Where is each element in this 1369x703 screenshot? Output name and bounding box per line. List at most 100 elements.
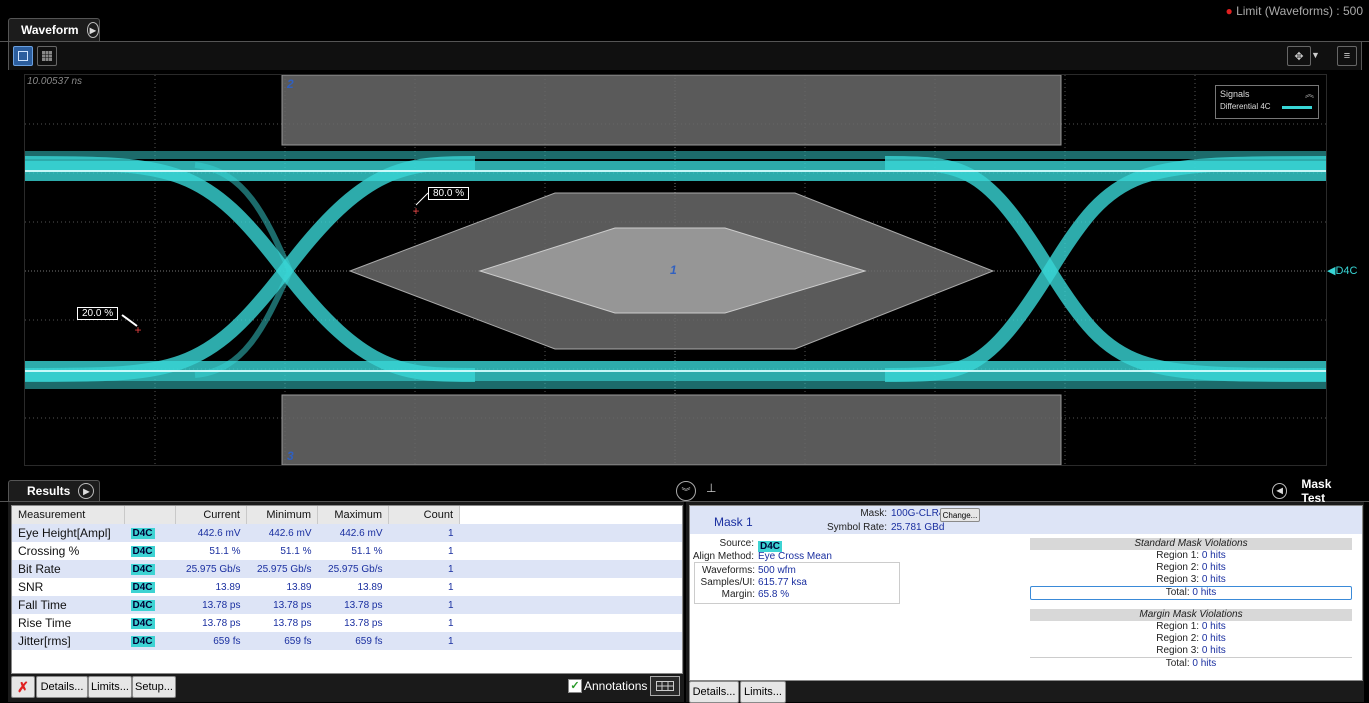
maximum-value: 659 fs [317, 632, 389, 650]
count-value: 1 [388, 524, 460, 542]
count-value: 1 [388, 560, 460, 578]
signals-legend[interactable]: Signals ︽ Differential 4C [1215, 85, 1319, 119]
count-value: 1 [388, 614, 460, 632]
table-view-icon[interactable] [650, 676, 680, 696]
maximum-value: 13.78 ps [317, 596, 389, 614]
svg-text:+: + [412, 204, 419, 218]
minimum-value: 25.975 Gb/s [246, 560, 318, 578]
col-minimum[interactable]: Minimum [246, 506, 318, 524]
current-value: 13.78 ps [175, 596, 247, 614]
col-measurement[interactable]: Measurement [12, 506, 125, 524]
marker-80-label[interactable]: 80.0 % [428, 187, 470, 200]
count-value: 1 [447, 581, 454, 593]
align-method-value: Eye Cross Mean [758, 551, 832, 562]
maximum-value: 13.89 [357, 581, 383, 593]
mask-limits-button[interactable]: Limits... [740, 681, 786, 703]
back-icon[interactable]: ◀ [1272, 482, 1288, 499]
limit-status-text: Limit (Waveforms) : 500 [1236, 4, 1363, 18]
mask-stats-box: Waveforms: 500 wfm Samples/UI: 615.77 ks… [694, 562, 900, 604]
waveforms-value: 500 wfm [758, 565, 796, 576]
maximum-value: 51.1 % [351, 545, 383, 557]
clear-results-icon[interactable]: ✗ [11, 676, 35, 698]
play-icon[interactable]: ▶ [86, 22, 99, 38]
grid-view-icon[interactable] [37, 46, 57, 66]
col-count[interactable]: Count [388, 506, 460, 524]
mask-test-content: Mask 1 Mask: 100G-CLR4 Change... Symbol … [689, 505, 1363, 681]
measurement-name: SNR [18, 580, 44, 594]
chevron-down-icon[interactable]: ▼ [1311, 50, 1320, 60]
samples-label: Samples/UI: [700, 577, 755, 588]
margin-label: Margin: [721, 589, 755, 600]
top-bar: Waveform ▶ ● Limit (Waveforms) : 500 [0, 0, 1369, 42]
results-panel: Measurement Current Minimum Maximum Coun… [8, 502, 684, 702]
play-icon[interactable]: ▶ [78, 483, 95, 499]
table-row[interactable]: Bit Rate D4C 25.975 Gb/s 25.975 Gb/s 25.975 … [12, 560, 682, 578]
limit-status: ● Limit (Waveforms) : 500 [1225, 4, 1363, 18]
margin-region-1: Region 1: 0 hits [1156, 621, 1226, 632]
table-row[interactable]: Rise Time D4C 13.78 ps 13.78 ps 13.78 ps 1 [12, 614, 682, 632]
std-total[interactable]: Total: 0 hits [1030, 586, 1352, 600]
mask-details-button[interactable]: Details... [689, 681, 739, 703]
collapse-panels-icon[interactable]: ︾ [676, 481, 696, 501]
annotations-checkbox[interactable]: ✓ [568, 679, 582, 693]
source-badge: D4C [130, 635, 155, 647]
col-current[interactable]: Current [175, 506, 247, 524]
table-row[interactable]: Eye Height[Ampl] D4C 442.6 mV 442.6 mV 442.6… [12, 524, 682, 542]
results-limits-button[interactable]: Limits... [88, 676, 132, 698]
tab-results[interactable]: Results ▶ [8, 480, 100, 501]
margin-violations-title: Margin Mask Violations [1030, 609, 1352, 621]
collapse-icon[interactable]: ︽ [1305, 87, 1314, 100]
pin-icon[interactable]: ⊥ [706, 481, 716, 495]
eye-diagram-plot[interactable]: + + 10.00537 ns 2 1 3 80.0 % 20.0 % Sign… [24, 74, 1327, 466]
bottom-tab-strip: Results ▶ ︾ ⊥ ◀ Mask Test [0, 477, 1369, 505]
col-maximum[interactable]: Maximum [317, 506, 389, 524]
menu-icon[interactable]: ≡ [1337, 46, 1357, 66]
current-value: 13.89 [215, 581, 241, 593]
mask-test-panel: Mask 1 Mask: 100G-CLR4 Change... Symbol … [686, 502, 1364, 703]
region-1-label: 1 [670, 263, 677, 277]
source-badge: D4C [130, 599, 155, 611]
minimum-value: 442.6 mV [246, 524, 318, 542]
margin-region-3: Region 3: 0 hits [1156, 645, 1226, 656]
source-badge: D4C [130, 581, 155, 593]
table-row[interactable]: SNR D4C 13.89 13.89 13.89 1 [12, 578, 682, 596]
results-setup-button[interactable]: Setup... [132, 676, 176, 698]
timestamp-label: 10.00537 ns [27, 76, 83, 87]
tab-waveform[interactable]: Waveform ▶ [8, 18, 100, 41]
measurement-name: Crossing % [18, 544, 80, 558]
std-region-1: Region 1: 0 hits [1156, 550, 1226, 561]
minimum-value: 13.89 [286, 581, 312, 593]
mask-region-3 [281, 394, 1062, 465]
region-2-label: 2 [287, 77, 294, 91]
results-details-button[interactable]: Details... [36, 676, 88, 698]
source-badge: D4C [130, 617, 155, 629]
margin-region-2: Region 2: 0 hits [1156, 633, 1226, 644]
single-view-icon[interactable] [13, 46, 33, 66]
tab-results-label: Results [27, 484, 71, 498]
source-badge: D4C [130, 527, 155, 539]
table-row[interactable]: Fall Time D4C 13.78 ps 13.78 ps 13.78 ps 1 [12, 596, 682, 614]
margin-total: Total: 0 hits [1030, 657, 1352, 670]
move-icon[interactable]: ✥ [1287, 46, 1311, 66]
table-row[interactable]: Crossing % D4C 51.1 % 51.1 % 51.1 % 1 [12, 542, 682, 560]
measurement-name: Eye Height[Ampl] [12, 524, 125, 542]
std-region-3: Region 3: 0 hits [1156, 574, 1226, 585]
maximum-value: 25.975 Gb/s [317, 560, 389, 578]
measurement-name: Bit Rate [12, 560, 125, 578]
std-region-2: Region 2: 0 hits [1156, 562, 1226, 573]
margin-value: 65.8 % [758, 589, 790, 600]
count-value: 1 [447, 545, 454, 557]
current-value: 25.975 Gb/s [175, 560, 247, 578]
results-table: Measurement Current Minimum Maximum Coun… [12, 506, 682, 650]
channel-marker[interactable]: ◀D4C [1327, 264, 1357, 277]
table-row[interactable]: Jitter[rms] D4C 659 fs 659 fs 659 fs 1 [12, 632, 682, 650]
mask-value: 100G-CLR4 [891, 508, 945, 519]
marker-20-label[interactable]: 20.0 % [77, 307, 119, 320]
tab-mask-test-label: Mask Test [1301, 476, 1332, 505]
tab-mask-test[interactable]: ◀ Mask Test [1272, 477, 1364, 505]
change-mask-button[interactable]: Change... [940, 508, 980, 522]
source-badge: D4C [130, 563, 155, 575]
current-value: 13.78 ps [175, 614, 247, 632]
standard-violations: Standard Mask Violations Region 1: 0 hit… [1030, 538, 1352, 600]
measurement-name: Rise Time [12, 614, 125, 632]
